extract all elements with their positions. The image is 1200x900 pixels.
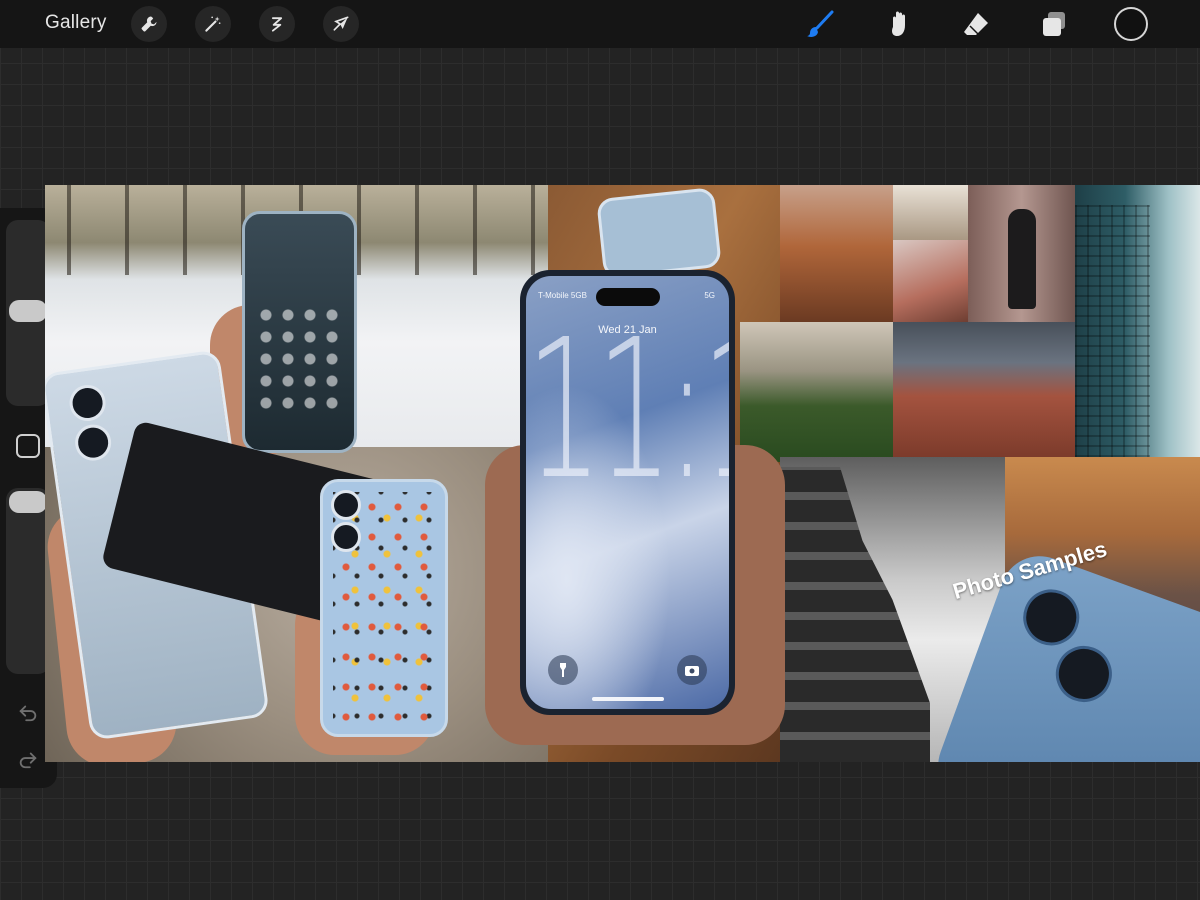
brush-tool-button[interactable] [802,6,838,42]
opacity-slider[interactable] [6,488,50,674]
selection-icon [271,17,283,32]
photo-brick-castle [893,322,1075,457]
photo-greenery [740,322,893,462]
camera-icon [677,655,707,685]
smudge-icon [892,11,905,36]
top-toolbar: Gallery [0,0,1200,48]
undo-icon [19,705,37,722]
carrier-label: T-Mobile 5GB [538,291,587,300]
photo-building-facade [893,240,968,322]
home-indicator [592,697,664,701]
lock-screen-time: 11:15 [526,300,729,523]
layers-button[interactable] [1036,6,1072,42]
phone-home-screen-photo [242,211,357,453]
photo-church-interior [893,185,968,240]
transform-button[interactable] [323,6,359,42]
redo-icon [19,752,37,769]
network-status: 5G [704,291,715,300]
photo-autumn-tree [780,185,893,322]
lock-screen: T-Mobile 5GB 5G Wed 21 Jan 11:15 [526,276,729,709]
gallery-button[interactable]: Gallery [45,12,107,34]
modify-button[interactable] [16,434,40,458]
photo-glass-tower [1075,185,1200,457]
smudge-tool-button[interactable] [880,6,916,42]
arrow-cursor-icon [333,16,349,31]
eraser-tool-button[interactable] [958,6,994,42]
redo-button[interactable] [15,746,41,772]
brush-icon [807,10,834,37]
selection-button[interactable] [259,6,295,42]
adjustments-button[interactable] [195,6,231,42]
brush-size-slider[interactable] [6,220,50,406]
brush-size-thumb[interactable] [9,300,47,322]
wrench-icon [141,16,157,32]
actions-button[interactable] [131,6,167,42]
phone-magsafe-case-photo [596,187,722,279]
drawing-canvas[interactable]: T-Mobile 5GB 5G Wed 21 Jan 11:15 Photo S… [45,185,1200,762]
magic-wand-icon [205,16,221,32]
phone-sticker-case-photo [320,479,448,737]
phone-lock-screen-photo: T-Mobile 5GB 5G Wed 21 Jan 11:15 [520,270,735,715]
photo-elevator-selfie [968,185,1075,325]
opacity-thumb[interactable] [9,491,47,513]
flashlight-icon [548,655,578,685]
undo-button[interactable] [15,699,41,725]
color-picker-button[interactable] [1114,7,1148,41]
eraser-icon [964,13,988,35]
layers-icon [1043,12,1065,36]
